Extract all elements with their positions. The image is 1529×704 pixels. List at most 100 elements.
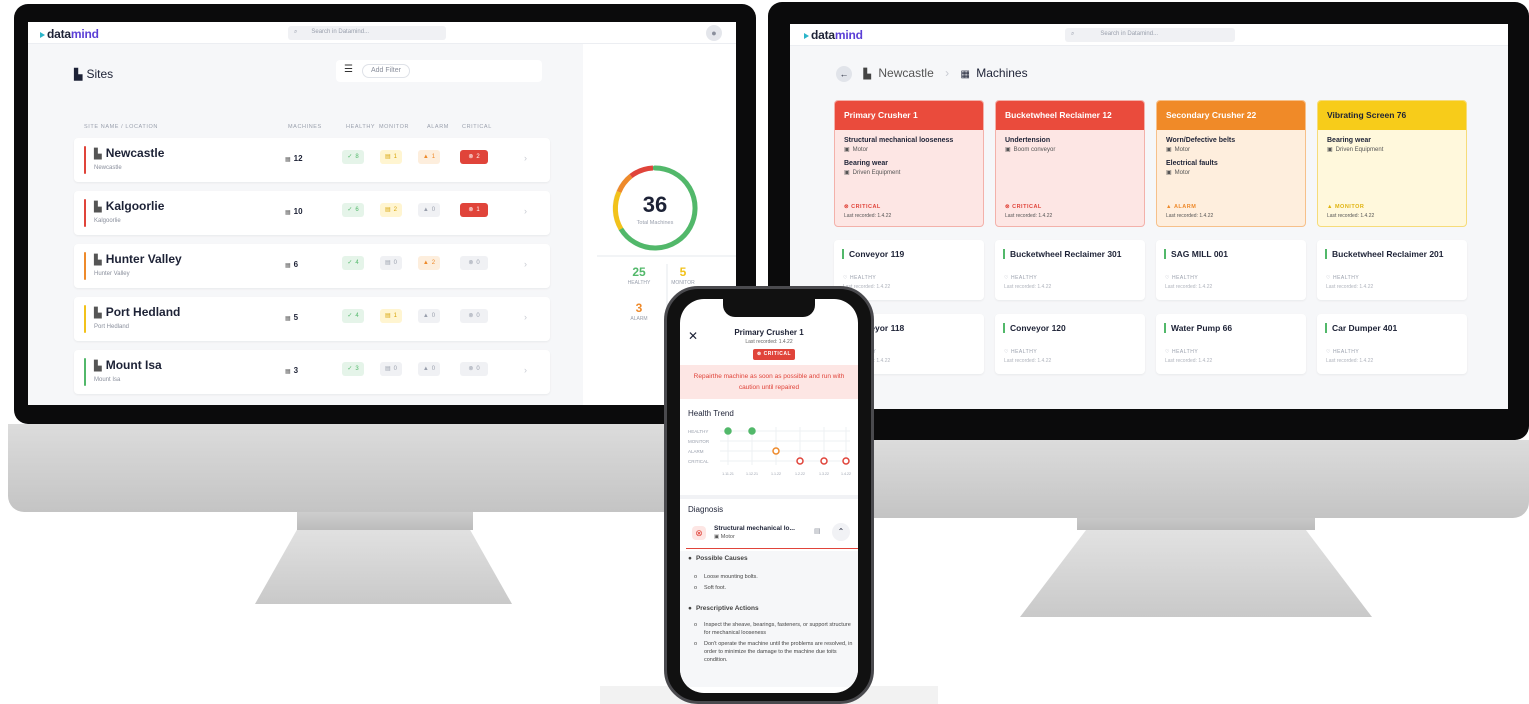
fault-component: ▣ Motor bbox=[1157, 146, 1305, 153]
healthy-icon: ✓ bbox=[347, 260, 353, 266]
machine-count: ▦ 6 bbox=[285, 260, 298, 269]
site-row[interactable]: ▙ Mount Isa Mount Isa ▦ 3 ✓ 3 ▤ 0 ▲ 0 ⊗ 0 › bbox=[74, 350, 550, 394]
search-input[interactable]: ⌕ Search in Datamind... bbox=[288, 26, 446, 40]
diagnosis-item[interactable]: ⊗ Structural mechanical lo... ▣ Motor ▤ … bbox=[686, 519, 858, 549]
status-label: ♡HEALTHY bbox=[1165, 349, 1198, 355]
heart-icon: ♡ bbox=[1004, 349, 1009, 355]
trend-axis-label: HEALTHY bbox=[688, 429, 708, 434]
avatar[interactable]: ● bbox=[706, 25, 722, 41]
datamind-logo[interactable]: datamind bbox=[40, 27, 99, 41]
add-filter-button[interactable]: Add Filter bbox=[362, 64, 410, 78]
last-recorded: Last recorded: 1.4.22 bbox=[1005, 213, 1053, 219]
filter-icon[interactable]: ☰ bbox=[344, 64, 353, 75]
critical-badge: ⊗ 0 bbox=[460, 362, 488, 376]
critical-icon: ⊗ bbox=[468, 154, 474, 160]
chevron-right-icon[interactable]: › bbox=[524, 153, 527, 163]
alert-banner: Repairthe machine as soon as possible an… bbox=[680, 365, 858, 399]
list-item: o Inspect the sheave, bearings, fasteners… bbox=[694, 621, 854, 637]
last-recorded: Last recorded: 1.4.22 bbox=[1165, 284, 1213, 290]
monitor-label: MONITOR bbox=[671, 280, 695, 286]
machine-count: ▦ 10 bbox=[285, 207, 303, 216]
alarm-icon: ▲ bbox=[422, 260, 429, 266]
health-trend-chart: HEALTHY MONITOR ALARM CRITICAL 1.11.21 1.12.2… bbox=[688, 427, 851, 476]
trend-point bbox=[796, 457, 804, 465]
fault-component: ▣ Driven Equipment bbox=[1318, 146, 1466, 153]
machine-card[interactable]: Bucketwheel Reclaimer 301 ♡ HEALTHY Last re… bbox=[995, 240, 1145, 300]
chevron-right-icon[interactable]: › bbox=[524, 206, 527, 216]
site-row[interactable]: ▙ Kalgoorlie Kalgoorlie ▦ 10 ✓ 6 ▤ 2 ▲ 0 ⊗ 1 › bbox=[74, 191, 550, 235]
component-icon: ▣ bbox=[1327, 147, 1333, 153]
machine-card[interactable]: Bucketwheel Reclaimer 12 Undertension ▣ Boo… bbox=[995, 100, 1145, 227]
machine-card[interactable]: Bucketwheel Reclaimer 201 ♡ HEALTHY Last re… bbox=[1317, 240, 1467, 300]
machine-card-title: Vibrating Screen 76 bbox=[1318, 101, 1466, 130]
component-icon: ▣ bbox=[844, 147, 850, 153]
fault-component-text: Motor bbox=[852, 147, 869, 153]
trend-date-label: 1.4.22 bbox=[841, 472, 851, 476]
machines-icon: ▦ bbox=[960, 69, 970, 80]
status-label: ▲ ALARM bbox=[1166, 204, 1196, 210]
monitor-icon: ▤ bbox=[384, 260, 391, 266]
critical-badge: ⊗ 1 bbox=[460, 203, 488, 217]
datamind-logo[interactable]: datamind bbox=[804, 28, 863, 42]
healthy-icon: ✓ bbox=[347, 366, 353, 372]
component-icon: ▣ bbox=[1166, 147, 1172, 153]
site-name-text: Kalgoorlie bbox=[105, 199, 165, 213]
machine-card[interactable]: Car Dumper 401 ♡ HEALTHY Last recorded: 1.4… bbox=[1317, 314, 1467, 374]
actions-title: ● Prescriptive Actions bbox=[688, 605, 759, 612]
site-row[interactable]: ▙ Hunter Valley Hunter Valley ▦ 6 ✓ 4 ▤ 0 ▲ 2 ⊗ 0 › bbox=[74, 244, 550, 288]
site-name: ▙ Port Hedland bbox=[94, 305, 180, 319]
status-label: ♡HEALTHY bbox=[1165, 275, 1198, 281]
machines-icon: ▦ bbox=[285, 157, 291, 163]
alarm-count: 1 bbox=[431, 154, 436, 160]
breadcrumb-site[interactable]: Newcastle bbox=[878, 66, 933, 80]
bullet-icon: o bbox=[694, 622, 698, 628]
status-text: HEALTHY bbox=[1010, 275, 1038, 281]
site-location: Kalgoorlie bbox=[94, 218, 121, 224]
site-row[interactable]: ▙ Newcastle Newcastle ▦ 12 ✓ 8 ▤ 1 ▲ 1 ⊗ 2 › bbox=[74, 138, 550, 182]
filter-bar: ☰ Add Filter bbox=[336, 60, 542, 82]
alarm-count: 3 bbox=[636, 301, 643, 315]
chevron-right-icon[interactable]: › bbox=[524, 365, 527, 375]
monitor-count: 1 bbox=[393, 313, 397, 319]
monitor-count: 0 bbox=[393, 366, 397, 372]
fault-name: Bearing wear bbox=[844, 160, 888, 167]
machine-card[interactable]: Conveyor 120 ♡ HEALTHY Last recorded: 1.4.2… bbox=[995, 314, 1145, 374]
trend-date-label: 1.1.22 bbox=[771, 472, 781, 476]
diagnosis-fault: Structural mechanical lo... bbox=[714, 525, 795, 532]
site-location: Port Hedland bbox=[94, 324, 130, 330]
critical-icon: ⊗ bbox=[468, 366, 474, 372]
logo-mark-icon bbox=[40, 31, 45, 38]
site-row[interactable]: ▙ Port Hedland Port Hedland ▦ 5 ✓ 4 ▤ 1 ▲ 0 ⊗ 0 › bbox=[74, 297, 550, 341]
status-bar bbox=[84, 358, 86, 386]
critical-count: 2 bbox=[476, 154, 480, 160]
machine-card[interactable]: Primary Crusher 1 Structural mechanical l… bbox=[834, 100, 984, 227]
alarm-count: 0 bbox=[431, 366, 436, 372]
search-input[interactable]: ⌕ Search in Datamind... bbox=[1065, 28, 1235, 42]
healthy-label: HEALTHY bbox=[628, 280, 651, 286]
section-divider bbox=[680, 495, 858, 499]
machine-card[interactable]: Water Pump 66 ♡ HEALTHY Last recorded: 1.4.… bbox=[1156, 314, 1306, 374]
trend-date-label: 1.2.22 bbox=[795, 472, 805, 476]
alarm-badge: ▲ 0 bbox=[418, 362, 440, 376]
machine-card[interactable]: SAG MILL 001 ♡ HEALTHY Last recorded: 1.4.2… bbox=[1156, 240, 1306, 300]
machine-card[interactable]: Vibrating Screen 76 Bearing wear ▣ Driven E… bbox=[1317, 100, 1467, 227]
site-name: ▙ Newcastle bbox=[94, 146, 164, 160]
machines-icon: ▦ bbox=[285, 210, 291, 216]
machines-icon: ▦ bbox=[285, 369, 291, 375]
chevron-right-icon[interactable]: › bbox=[524, 312, 527, 322]
diagnosis-title: Diagnosis bbox=[688, 505, 724, 514]
chart-icon[interactable]: ▤ bbox=[814, 527, 821, 535]
alarm-count: 2 bbox=[431, 260, 436, 266]
chevron-right-icon[interactable]: › bbox=[524, 259, 527, 269]
back-button[interactable]: ← bbox=[836, 66, 852, 82]
fault-component: ▣ Motor bbox=[1157, 169, 1305, 176]
chevron-up-icon[interactable]: ⌃ bbox=[832, 523, 850, 541]
status-text: ALARM bbox=[1173, 204, 1197, 210]
healthy-count: 6 bbox=[355, 207, 359, 213]
site-name-text: Port Hedland bbox=[105, 305, 181, 319]
chevron-right-icon: › bbox=[945, 66, 950, 80]
healthy-badge: ✓ 6 bbox=[342, 203, 364, 217]
status-icon: ▲ bbox=[1327, 204, 1333, 210]
machine-card[interactable]: Secondary Crusher 22 Worn/Defective belts… bbox=[1156, 100, 1306, 227]
list-item: o Soft foot. bbox=[694, 584, 854, 592]
